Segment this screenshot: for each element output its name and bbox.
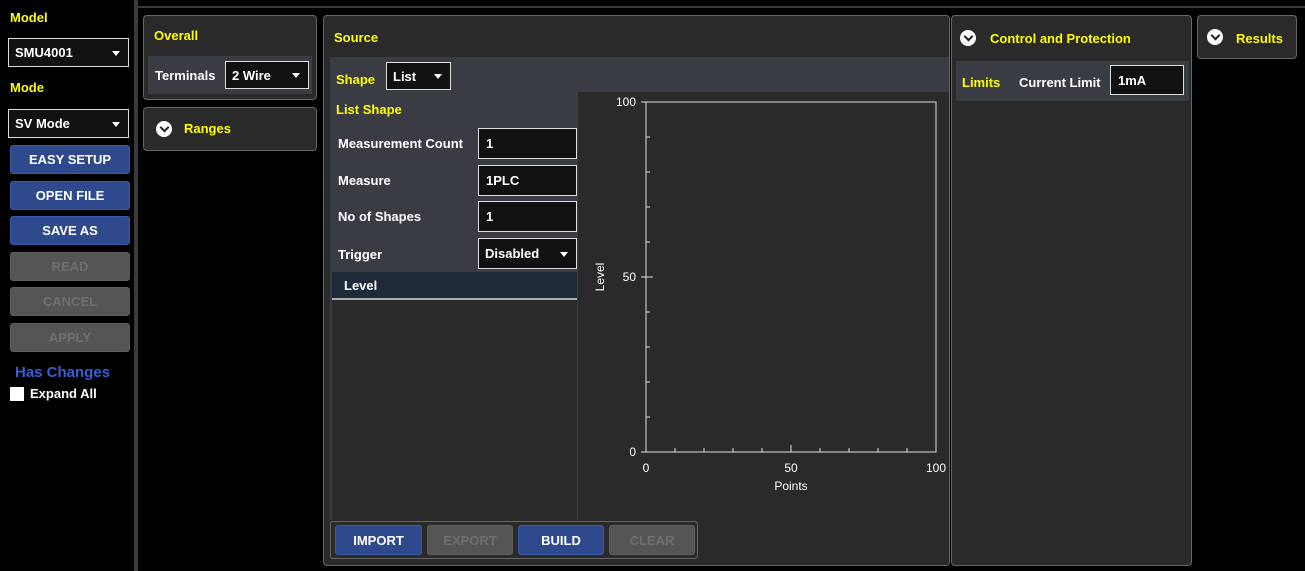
level-table-header: Level [332, 272, 577, 300]
import-button[interactable]: IMPORT [335, 525, 422, 555]
chevron-down-icon [292, 73, 300, 78]
x-tick-label: 0 [643, 461, 650, 475]
y-tick-label: 0 [629, 445, 636, 459]
chart-plot-frame [645, 101, 937, 453]
results-panel[interactable]: Results [1197, 15, 1297, 59]
trigger-label: Trigger [338, 247, 383, 262]
overall-panel: Overall Terminals 2 Wire [143, 15, 317, 100]
model-select[interactable]: SMU4001 [8, 38, 129, 67]
model-select-value: SMU4001 [15, 45, 73, 60]
expand-all-checkbox[interactable] [10, 386, 24, 401]
chevron-down-icon [434, 74, 442, 79]
model-label: Model [10, 10, 48, 25]
cancel-button[interactable]: CANCEL [10, 287, 130, 316]
terminals-select-value: 2 Wire [232, 67, 271, 83]
top-divider [138, 6, 1305, 8]
results-title: Results [1236, 31, 1283, 46]
current-limit-label: Current Limit [1019, 75, 1101, 90]
level-chart: 0 50 100 0 50 100 Points Level [593, 95, 946, 493]
x-tick-label: 100 [926, 461, 946, 475]
expand-all-label: Expand All [30, 386, 97, 401]
easy-setup-button[interactable]: EASY SETUP [10, 145, 130, 174]
control-protection-title: Control and Protection [990, 31, 1131, 46]
chevron-down-icon [112, 121, 120, 127]
limits-label: Limits [962, 75, 1001, 90]
source-panel: Source Shape List List Shape Measurement… [323, 15, 950, 566]
overall-title: Overall [154, 28, 199, 43]
terminals-label: Terminals [155, 68, 216, 83]
mode-label: Mode [10, 80, 44, 95]
apply-button[interactable]: APPLY [10, 323, 130, 352]
clear-button[interactable]: CLEAR [609, 525, 695, 555]
level-chart-area: 0 50 100 0 50 100 Points Level [578, 92, 949, 520]
y-axis-label: Level [593, 263, 607, 292]
no-of-shapes-input[interactable]: 1 [478, 201, 577, 232]
chevron-down-icon[interactable] [1207, 29, 1223, 45]
open-file-button[interactable]: OPEN FILE [10, 181, 130, 210]
has-changes-label: Has Changes [15, 364, 111, 381]
list-shape-title: List Shape [336, 102, 402, 117]
shape-label: Shape [336, 72, 376, 87]
shape-select[interactable]: List [386, 62, 451, 90]
measure-input[interactable]: 1PLC [478, 165, 577, 196]
chevron-down-icon[interactable] [960, 30, 976, 46]
export-button[interactable]: EXPORT [427, 525, 513, 555]
save-as-button[interactable]: SAVE AS [10, 216, 130, 245]
measurement-count-label: Measurement Count [338, 136, 463, 151]
trigger-select[interactable]: Disabled [478, 238, 577, 269]
x-tick-label: 50 [784, 461, 798, 475]
current-limit-input[interactable]: 1mA [1110, 65, 1184, 95]
terminals-select[interactable]: 2 Wire [225, 61, 309, 89]
y-tick-label: 50 [623, 270, 637, 284]
ranges-panel[interactable]: Ranges [143, 107, 317, 151]
x-axis-label: Points [774, 479, 807, 493]
vertical-divider [134, 0, 138, 571]
level-table[interactable]: Level [332, 272, 577, 520]
no-of-shapes-label: No of Shapes [338, 209, 422, 224]
shape-select-value: List [393, 68, 417, 84]
y-tick-label: 100 [616, 95, 636, 109]
measurement-count-input[interactable]: 1 [478, 128, 577, 159]
level-column-header: Level [344, 277, 378, 293]
measure-label: Measure [338, 173, 391, 188]
build-button[interactable]: BUILD [518, 525, 604, 555]
left-sidebar: Model SMU4001 Mode SV Mode EASY SETUP OP… [0, 0, 134, 571]
chevron-down-icon [560, 251, 568, 257]
trigger-select-value: Disabled [485, 246, 540, 261]
read-button[interactable]: READ [10, 252, 130, 281]
source-title: Source [334, 30, 379, 45]
chevron-down-icon [112, 50, 120, 56]
expand-all-checkbox-row[interactable]: Expand All [10, 386, 97, 401]
control-protection-panel: Control and Protection Limits Current Li… [951, 15, 1192, 566]
ranges-title: Ranges [184, 121, 231, 136]
mode-select[interactable]: SV Mode [8, 109, 129, 138]
mode-select-value: SV Mode [15, 116, 70, 131]
chevron-down-icon[interactable] [156, 121, 172, 137]
